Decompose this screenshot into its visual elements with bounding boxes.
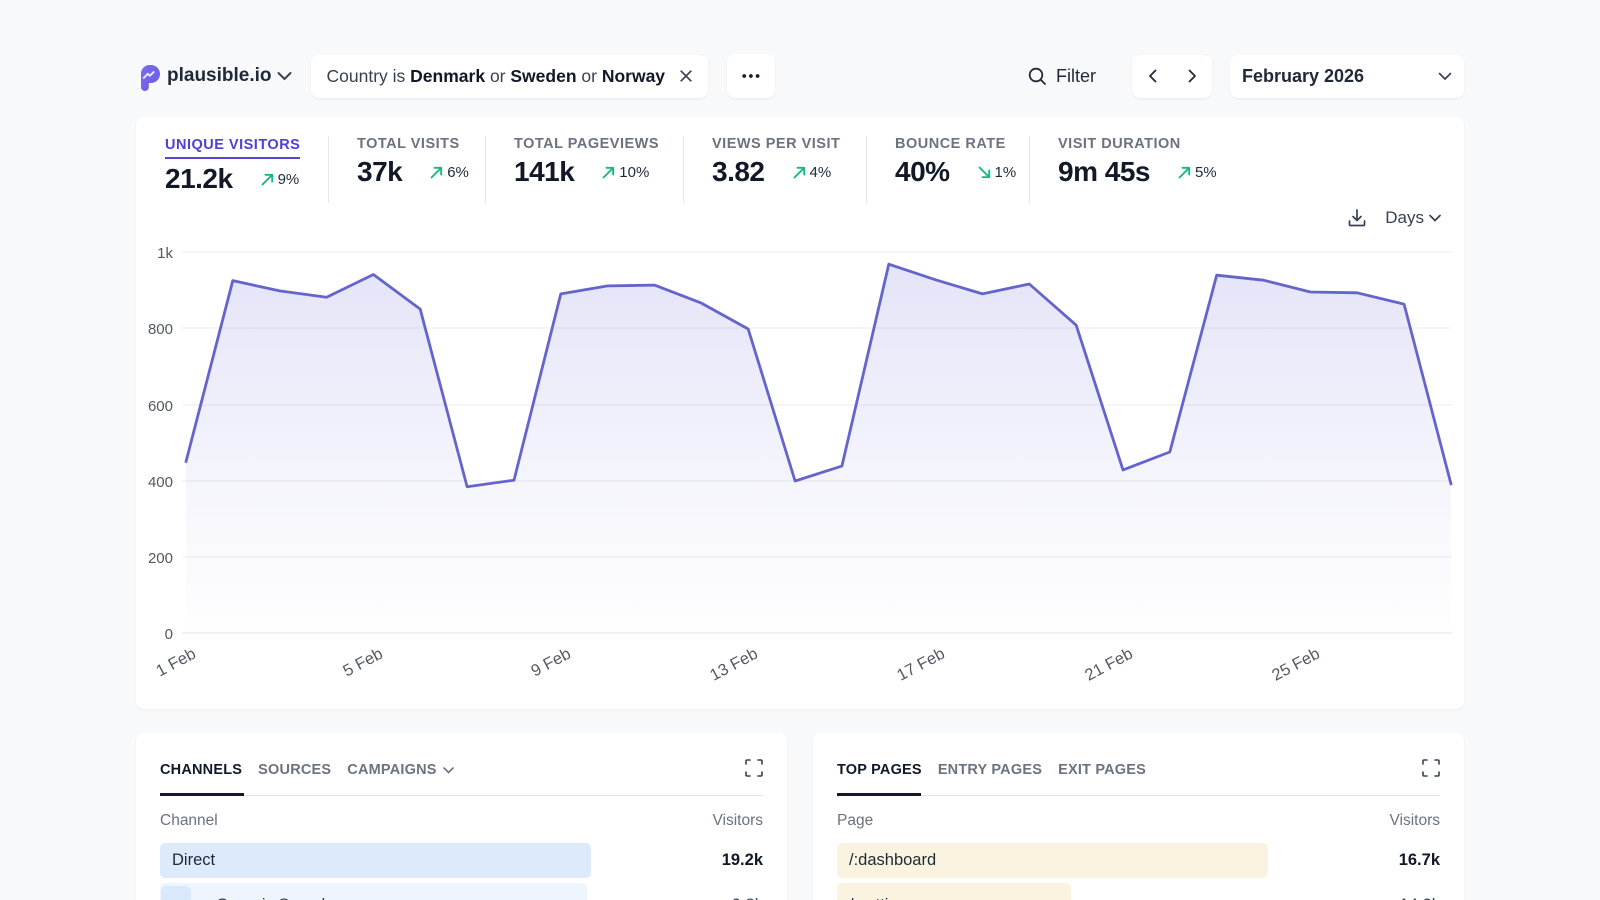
svg-text:0: 0 <box>165 626 173 643</box>
svg-text:1 Feb: 1 Feb <box>153 645 199 681</box>
svg-text:17 Feb: 17 Feb <box>894 645 948 685</box>
svg-text:800: 800 <box>148 321 173 338</box>
svg-text:200: 200 <box>148 550 173 567</box>
svg-text:1k: 1k <box>157 245 173 262</box>
svg-text:21 Feb: 21 Feb <box>1082 645 1136 685</box>
svg-text:5 Feb: 5 Feb <box>340 645 386 681</box>
svg-text:600: 600 <box>148 398 173 415</box>
svg-text:13 Feb: 13 Feb <box>707 645 761 685</box>
svg-text:25 Feb: 25 Feb <box>1269 645 1323 685</box>
svg-text:9 Feb: 9 Feb <box>528 645 574 681</box>
svg-text:400: 400 <box>148 474 173 491</box>
